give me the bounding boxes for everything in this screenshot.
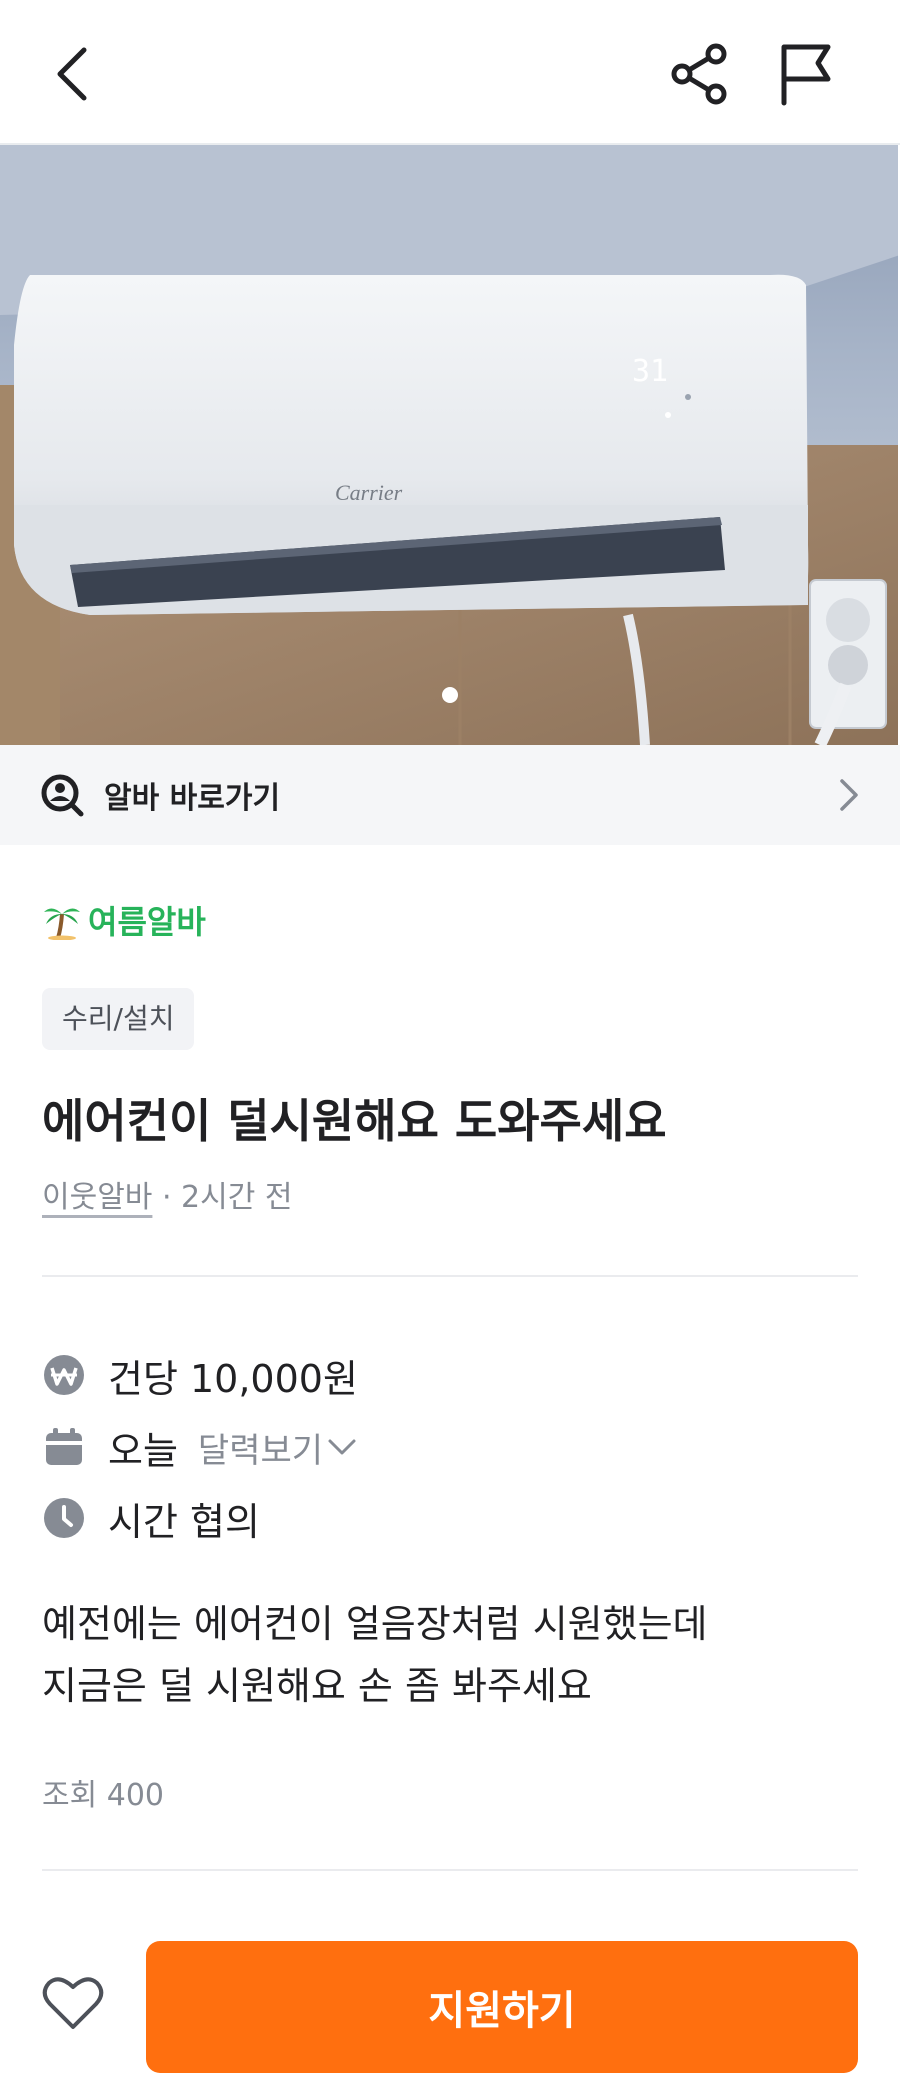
report-button[interactable]	[770, 36, 842, 112]
job-shortcut-bar[interactable]: 알바 바로가기	[0, 745, 900, 845]
divider	[42, 1275, 858, 1277]
category-chip: 수리/설치	[42, 988, 195, 1050]
date-value: 오늘	[108, 1428, 178, 1473]
top-app-bar	[0, 0, 900, 145]
clock-icon	[44, 1498, 84, 1538]
description-line: 지금은 덜 시원해요 손 좀 봐주세요	[42, 1664, 592, 1708]
carousel-dot	[442, 687, 458, 703]
view-count: 조회 400	[42, 1778, 164, 1813]
share-button[interactable]	[664, 36, 736, 112]
search-person-icon	[41, 774, 84, 817]
share-icon	[671, 43, 727, 105]
posted-time: 2시간 전	[181, 1180, 293, 1215]
season-badge: 여름알바	[42, 897, 206, 943]
post-photo[interactable]: Carrier 31	[0, 145, 900, 745]
post-meta: 이웃알바 · 2시간 전	[42, 1172, 292, 1216]
description-line: 예전에는 에어컨이 얼음장처럼 시원했는데	[42, 1602, 708, 1646]
heart-icon	[42, 1977, 104, 2029]
chevron-left-icon	[57, 47, 87, 101]
pay-value: 건당 10,000원	[108, 1356, 358, 1401]
air-conditioner-photo: Carrier 31	[0, 145, 900, 745]
calendar-link[interactable]: 달력보기	[198, 1423, 357, 1472]
date-row: 오늘 달력보기	[42, 1422, 357, 1473]
bottom-action-bar: 지원하기	[0, 1870, 900, 2096]
won-icon	[44, 1355, 84, 1395]
meta-separator: ·	[152, 1180, 182, 1215]
time-row: 시간 협의	[42, 1493, 260, 1544]
chevron-right-icon	[840, 779, 858, 811]
shortcut-label: 알바 바로가기	[104, 781, 281, 816]
back-button[interactable]	[40, 36, 104, 112]
display-reading: 31	[632, 354, 668, 389]
chevron-down-icon	[328, 1439, 356, 1455]
calendar-icon	[46, 1428, 82, 1465]
brand-logo: Carrier	[335, 480, 403, 505]
post-title: 에어컨이 덜시원해요 도와주세요	[42, 1094, 667, 1148]
season-label: 여름알바	[88, 903, 206, 941]
calendar-link-label: 달력보기	[197, 1430, 324, 1471]
like-button[interactable]	[40, 1970, 106, 2036]
time-value: 시간 협의	[108, 1499, 260, 1544]
author-link[interactable]: 이웃알바	[42, 1180, 152, 1215]
palm-tree-icon	[44, 908, 80, 940]
flag-icon	[781, 44, 831, 106]
post-description: 예전에는 에어컨이 얼음장처럼 시원했는데 지금은 덜 시원해요 손 좀 봐주세…	[42, 1593, 708, 1717]
pay-row: 건당 10,000원	[42, 1350, 358, 1401]
apply-button[interactable]: 지원하기	[146, 1941, 858, 2073]
